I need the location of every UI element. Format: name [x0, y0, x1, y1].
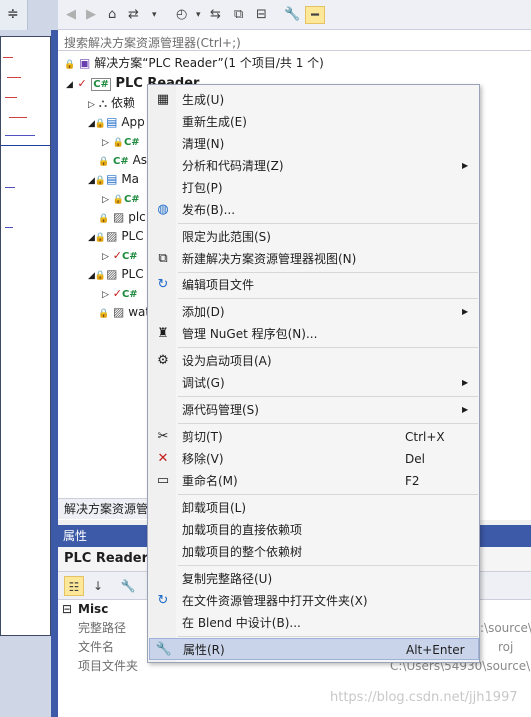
- new-view-icon: ⧉: [158, 251, 168, 266]
- submenu-arrow-icon: ▶: [462, 378, 469, 387]
- dropdown-icon[interactable]: ▾: [152, 6, 157, 24]
- menu-item-clean[interactable]: 清理(N): [149, 133, 479, 155]
- submenu-arrow-icon: ▶: [462, 405, 469, 414]
- menu-item-startup[interactable]: ⚙ 设为启动项目(A): [149, 350, 479, 372]
- expand-icon: ◢: [66, 80, 73, 90]
- globe-icon: ◍: [157, 202, 169, 217]
- home-icon[interactable]: ⌂: [108, 6, 116, 24]
- open-folder-icon: ↻: [157, 593, 169, 608]
- menu-item-cut[interactable]: ✂ 剪切(T) Ctrl+X: [149, 426, 479, 448]
- gear-icon: ⚙: [157, 353, 169, 368]
- solution-explorer-toolbar: ◀ ▶ ⌂ ⇄ ▾ ◴ ▾ ⇆ ⧉ ⊟ 🔧 ━: [58, 0, 531, 30]
- edit-arrow-icon: ↻: [157, 277, 169, 292]
- menu-item-add[interactable]: 添加(D) ▶: [149, 301, 479, 323]
- swap-icon[interactable]: ⇆: [210, 6, 221, 24]
- context-menu: ▦ 生成(U) 重新生成(E) 清理(N) 分析和代码清理(Z) ▶ 打包(P) ◍…: [147, 84, 480, 663]
- copy-icon[interactable]: ⧉: [234, 6, 243, 24]
- tree-item[interactable]: ▷ ✓C#: [102, 246, 138, 265]
- checkmark-icon: ✓: [77, 77, 87, 90]
- search-input[interactable]: 搜索解决方案资源管理器(Ctrl+;): [58, 30, 531, 51]
- menu-item-rebuild[interactable]: 重新生成(E): [149, 111, 479, 133]
- menu-item-load-direct[interactable]: 加载项目的直接依赖项: [149, 519, 479, 541]
- menu-separator: [178, 298, 478, 299]
- menu-item-scope[interactable]: 限定为此范围(S): [149, 226, 479, 248]
- menu-item-remove[interactable]: ✕ 移除(V) Del: [149, 448, 479, 470]
- menu-item-rename[interactable]: ▭ 重命名(M) F2: [149, 470, 479, 492]
- lock-icon: 🔒: [64, 60, 76, 70]
- alphabetical-icon[interactable]: ↓: [88, 576, 108, 596]
- tree-item[interactable]: ◢🔒▤ App: [88, 113, 145, 132]
- tree-item[interactable]: ▷ ⛬ 依赖: [88, 94, 135, 113]
- menu-item-copy-path[interactable]: 复制完整路径(U): [149, 568, 479, 590]
- sync-icon[interactable]: ⇄: [128, 6, 139, 24]
- submenu-arrow-icon: ▶: [462, 307, 469, 316]
- solution-explorer-tab[interactable]: 解决方案资源管: [58, 498, 148, 519]
- menu-item-pack[interactable]: 打包(P): [149, 177, 479, 199]
- menu-item-blend[interactable]: 在 Blend 中设计(B)...: [149, 612, 479, 634]
- tree-item[interactable]: ◢🔒▨ PLC: [88, 227, 144, 246]
- tree-item[interactable]: ◢🔒▤ Ma: [88, 170, 139, 189]
- wrench-icon[interactable]: 🔧: [118, 576, 138, 596]
- menu-item-publish[interactable]: ◍ 发布(B)...: [149, 199, 479, 221]
- solution-icon: ▣: [79, 56, 91, 70]
- watermark: https://blog.csdn.net/jjh1997: [330, 690, 518, 705]
- menu-separator: [178, 272, 478, 273]
- menu-separator: [178, 565, 478, 566]
- menu-item-build[interactable]: ▦ 生成(U): [149, 89, 479, 111]
- menu-item-unload[interactable]: 卸载项目(L): [149, 497, 479, 519]
- tree-item[interactable]: ▷ 🔒C#: [102, 132, 140, 151]
- tree-item[interactable]: ▷ ✓C#: [102, 284, 138, 303]
- build-icon: ▦: [156, 92, 170, 107]
- nuget-icon: ♜: [157, 326, 169, 341]
- scissors-icon: ✂: [157, 429, 169, 444]
- menu-separator: [178, 347, 478, 348]
- menu-separator: [178, 494, 478, 495]
- tree-item[interactable]: ▷ 🔒C#: [102, 189, 140, 208]
- tree-item[interactable]: 🔒 ▨ wat: [98, 303, 150, 322]
- back-icon[interactable]: ◀: [66, 6, 76, 24]
- menu-separator: [178, 636, 478, 637]
- menu-item-nuget[interactable]: ♜ 管理 NuGet 程序包(N)...: [149, 323, 479, 345]
- editor-scrollbar[interactable]: [51, 30, 58, 717]
- menu-item-edit-project[interactable]: ↻ 编辑项目文件: [149, 274, 479, 296]
- tree-item[interactable]: 🔒 C# Ass: [98, 151, 153, 170]
- csharp-project-icon: C#: [91, 78, 111, 91]
- forward-icon[interactable]: ▶: [86, 6, 96, 24]
- document-preview: [0, 36, 51, 636]
- remove-icon: ✕: [157, 451, 169, 466]
- tree-item[interactable]: ◢🔒▨ PLC: [88, 265, 144, 284]
- menu-separator: [178, 223, 478, 224]
- dropdown-icon[interactable]: ▾: [196, 6, 201, 24]
- split-button[interactable]: ≑: [0, 0, 28, 30]
- tree-item[interactable]: 🔒 ▨ plc.: [98, 208, 150, 227]
- split-icon: ≑: [7, 6, 19, 22]
- collapse-icon[interactable]: ⊟: [256, 6, 267, 24]
- pin-icon[interactable]: ━: [305, 6, 325, 24]
- menu-item-analyze[interactable]: 分析和代码清理(Z) ▶: [149, 155, 479, 177]
- menu-item-load-tree[interactable]: 加载项目的整个依赖树: [149, 541, 479, 563]
- tree-solution[interactable]: 🔒 ▣ 解决方案“PLC Reader”(1 个项目/共 1 个): [64, 54, 324, 73]
- menu-item-source-control[interactable]: 源代码管理(S) ▶: [149, 399, 479, 421]
- history-icon[interactable]: ◴: [176, 6, 187, 24]
- categorized-icon[interactable]: ☷: [64, 576, 84, 596]
- menu-separator: [178, 423, 478, 424]
- wrench-icon[interactable]: 🔧: [284, 6, 300, 24]
- submenu-arrow-icon: ▶: [462, 161, 469, 170]
- menu-item-debug[interactable]: 调试(G) ▶: [149, 372, 479, 394]
- menu-item-properties[interactable]: 🔧 属性(R) Alt+Enter: [149, 638, 479, 660]
- wrench-icon: 🔧: [155, 642, 173, 657]
- solution-label: 解决方案“PLC Reader”(1 个项目/共 1 个): [94, 56, 324, 70]
- menu-item-open-folder[interactable]: ↻ 在文件资源管理器中打开文件夹(X): [149, 590, 479, 612]
- menu-separator: [178, 396, 478, 397]
- menu-item-new-view[interactable]: ⧉ 新建解决方案资源管理器视图(N): [149, 248, 479, 270]
- rename-icon: ▭: [156, 473, 170, 488]
